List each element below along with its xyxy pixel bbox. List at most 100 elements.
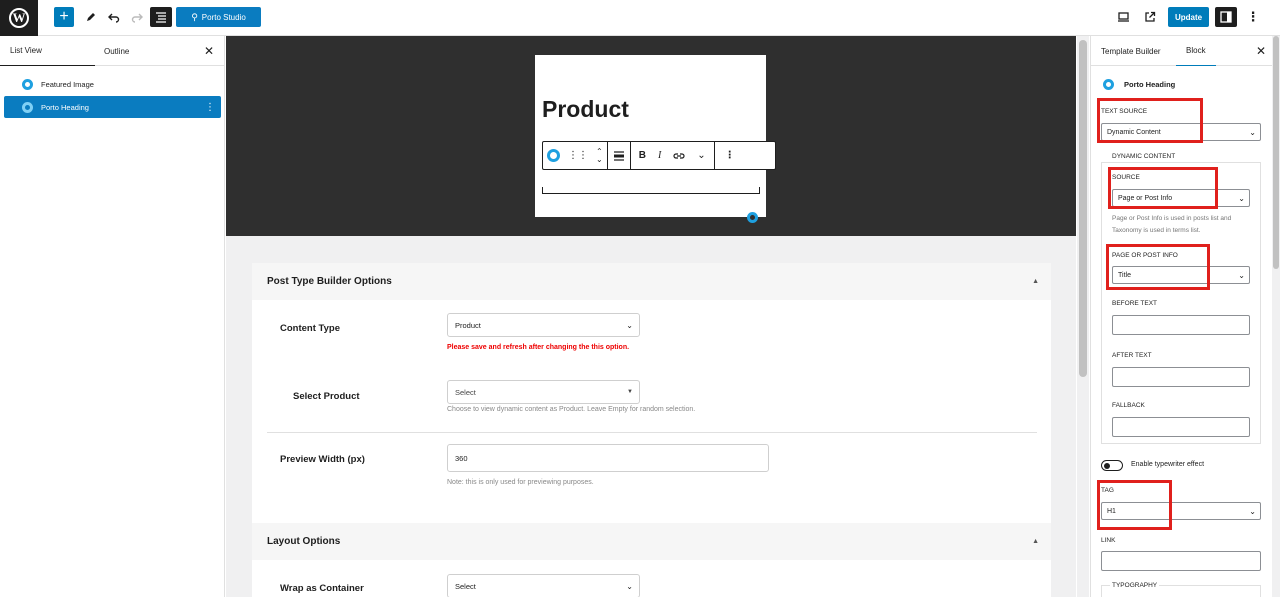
undo-button[interactable] xyxy=(105,7,123,27)
update-button[interactable]: Update xyxy=(1168,7,1209,27)
block-toolbar: ⋮⋮ ⌃ ⌄ B I ⌄ ⋮ xyxy=(542,141,776,170)
settings-sidebar: Template Builder Block ✕ Porto Heading T… xyxy=(1090,36,1280,597)
sidebar-tabs: Template Builder Block ✕ xyxy=(1091,36,1280,66)
typewriter-toggle[interactable] xyxy=(1101,460,1123,471)
section-title: Post Type Builder Options xyxy=(267,276,392,287)
redo-button[interactable] xyxy=(128,7,146,27)
fallback-input[interactable] xyxy=(1112,417,1250,437)
more-vertical-icon[interactable]: ⋮ xyxy=(205,102,215,113)
wrap-container-label: Wrap as Container xyxy=(280,583,364,594)
sidebar-scrollbar[interactable] xyxy=(1272,36,1280,597)
porto-block-icon[interactable] xyxy=(547,149,560,162)
porto-block-icon xyxy=(22,78,33,90)
wordpress-logo-button[interactable]: W xyxy=(0,0,38,36)
chevron-down-icon: ⌄ xyxy=(1238,270,1245,280)
before-text-label: BEFORE TEXT xyxy=(1112,300,1158,307)
before-text-input[interactable] xyxy=(1112,315,1250,335)
content-type-label: Content Type xyxy=(280,323,340,334)
list-item-featured-image[interactable]: Featured Image xyxy=(4,73,221,95)
highlight-source xyxy=(1108,167,1218,209)
align-wide-icon[interactable] xyxy=(612,150,626,162)
chevron-down-icon: ⌄ xyxy=(1249,127,1256,137)
after-text-input[interactable] xyxy=(1112,367,1250,387)
canvas-scrollbar[interactable] xyxy=(1077,36,1089,597)
close-icon[interactable]: ✕ xyxy=(1256,44,1266,58)
content-type-select[interactable]: Product ⌄ xyxy=(447,313,640,337)
section-title: Layout Options xyxy=(267,536,341,547)
sidebar-icon xyxy=(1220,11,1232,23)
preview-width-input[interactable]: 360 xyxy=(447,444,769,472)
options-menu-button[interactable]: ⋮ xyxy=(1244,7,1262,27)
after-text-label: AFTER TEXT xyxy=(1112,352,1152,359)
link-label: LINK xyxy=(1101,537,1116,544)
chevron-down-icon: ⌄ xyxy=(1249,506,1256,516)
wrap-container-value: Select xyxy=(455,581,476,591)
preview-heading[interactable]: Product xyxy=(542,96,629,123)
porto-block-icon xyxy=(747,212,758,223)
link-icon[interactable] xyxy=(673,151,685,161)
list-view-tabs: List View Outline ✕ xyxy=(0,36,224,66)
wrap-container-select[interactable]: Select ⌄ xyxy=(447,574,640,597)
typewriter-label: Enable typewriter effect xyxy=(1131,461,1205,468)
bold-icon[interactable]: B xyxy=(639,150,646,161)
drag-handle-icon[interactable]: ⋮⋮ xyxy=(568,150,588,161)
section-layout-options[interactable]: Layout Options ▲ xyxy=(252,523,1051,560)
caret-up-icon[interactable]: ▲ xyxy=(1032,538,1039,545)
typography-legend: TYPOGRAPHY xyxy=(1110,582,1160,589)
list-item-porto-heading[interactable]: Porto Heading ⋮ xyxy=(4,96,221,118)
porto-studio-icon: ⚲ xyxy=(191,11,198,22)
list-item-label: Featured Image xyxy=(41,79,94,89)
tab-block[interactable]: Block xyxy=(1176,36,1216,66)
divider xyxy=(267,432,1037,433)
edit-tools-button[interactable] xyxy=(82,7,100,27)
alignment-group xyxy=(608,142,631,169)
move-up-down-icon[interactable]: ⌃ ⌄ xyxy=(596,147,603,164)
tab-list-view[interactable]: List View xyxy=(0,36,95,66)
content-type-value: Product xyxy=(455,320,481,330)
highlight-text-source xyxy=(1097,98,1203,143)
highlight-tag xyxy=(1097,480,1172,530)
preview-width-label: Preview Width (px) xyxy=(280,454,365,465)
add-block-button[interactable]: + xyxy=(54,7,74,27)
select-product-value: Select xyxy=(455,387,476,397)
highlight-page-post-info xyxy=(1106,244,1210,290)
settings-toggle-button[interactable] xyxy=(1215,7,1237,27)
close-icon[interactable]: ✕ xyxy=(204,44,214,58)
link-input[interactable] xyxy=(1101,551,1261,571)
list-view-icon xyxy=(156,12,166,23)
caret-up-icon[interactable]: ▲ xyxy=(1032,278,1039,285)
porto-studio-label: Porto Studio xyxy=(201,12,246,22)
view-post-button[interactable] xyxy=(1141,7,1159,27)
more-vertical-icon[interactable]: ⋮ xyxy=(725,150,735,161)
tab-outline[interactable]: Outline xyxy=(104,36,129,66)
external-link-icon xyxy=(1145,11,1156,22)
preview-button[interactable] xyxy=(1114,7,1132,27)
block-card-title: Porto Heading xyxy=(1124,80,1176,89)
sidebar-scrollbar-thumb[interactable] xyxy=(1273,36,1279,269)
format-group: B I ⌄ xyxy=(631,142,715,169)
tab-template-builder[interactable]: Template Builder xyxy=(1101,36,1161,66)
dynamic-content-legend: DYNAMIC CONTENT xyxy=(1110,153,1178,160)
content-type-warning: Please save and refresh after changing t… xyxy=(447,344,630,351)
preview-frame: Product xyxy=(535,55,766,217)
fallback-label: FALLBACK xyxy=(1112,402,1145,409)
canvas-scrollbar-thumb[interactable] xyxy=(1079,40,1087,377)
wordpress-logo-icon: W xyxy=(9,8,29,28)
pencil-icon xyxy=(87,13,95,21)
more-vertical-icon: ⋮ xyxy=(1246,9,1260,24)
redo-icon xyxy=(131,13,143,23)
caret-down-icon: ▼ xyxy=(627,389,633,395)
document-overview-button[interactable] xyxy=(150,7,172,27)
preview-width-help: Note: this is only used for previewing p… xyxy=(447,479,594,486)
porto-studio-button[interactable]: ⚲ Porto Studio xyxy=(176,7,261,27)
desktop-icon xyxy=(1117,12,1129,22)
block-type-group: ⋮⋮ ⌃ ⌄ xyxy=(543,142,608,169)
template-preview-area: Product ⋮⋮ ⌃ ⌄ B I ⌄ ⋮ xyxy=(226,36,1076,236)
source-help: Page or Post Info is used in posts list … xyxy=(1112,215,1232,234)
italic-icon[interactable]: I xyxy=(658,150,661,161)
list-item-label: Porto Heading xyxy=(41,102,89,112)
section-post-type-builder-options[interactable]: Post Type Builder Options ▲ xyxy=(252,263,1051,300)
select-product-select[interactable]: Select ▼ xyxy=(447,380,640,404)
chevron-down-icon[interactable]: ⌄ xyxy=(697,150,705,161)
editor-top-bar: W + ⚲ Porto Studio Update ⋮ xyxy=(0,0,1280,36)
